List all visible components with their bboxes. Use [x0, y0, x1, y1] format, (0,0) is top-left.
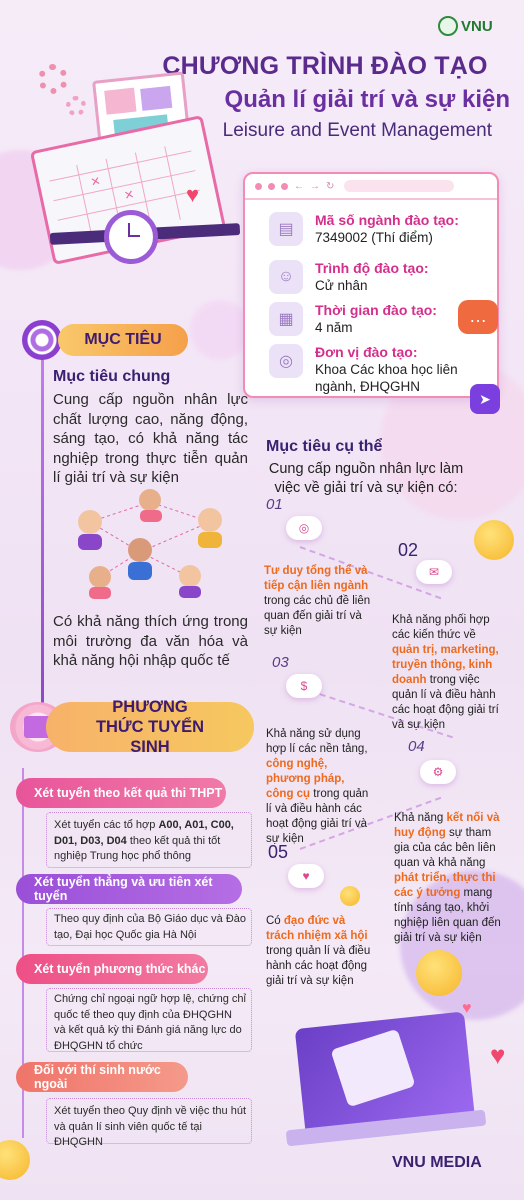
- admission-desc: Xét tuyển theo Quy định về việc thu hút …: [54, 1105, 247, 1148]
- admission-method-pill: Xét tuyển theo kết quả thi THPT: [16, 778, 226, 808]
- admission-desc: Xét tuyển các tổ hợp A00, A01, C00, D01,…: [54, 819, 234, 862]
- goal-number: 03: [272, 654, 289, 671]
- chat-icon: ✉: [416, 560, 452, 584]
- refresh-icon: ↻: [326, 180, 335, 192]
- target-icon: [22, 320, 62, 360]
- info-label: Mã số ngành đào tạo:: [315, 212, 459, 228]
- info-value: 7349002 (Thí điểm): [315, 230, 433, 245]
- gear-icon: [66, 96, 86, 116]
- program-info-card: ← → ↻ ▤ Mã số ngành đào tạo: 7349002 (Thí…: [243, 172, 499, 398]
- info-value: Cử nhân: [315, 278, 368, 293]
- forward-arrow-icon: →: [310, 180, 320, 192]
- info-value: 4 năm: [315, 320, 353, 335]
- svg-text:✕: ✕: [89, 174, 102, 190]
- heart-icon: ♥: [490, 1040, 506, 1070]
- general-goal-text: Cung cấp nguồn nhân lực chất lượng cao, …: [53, 391, 248, 486]
- smile-emoji-icon: [340, 886, 360, 906]
- specific-goal-item: Có đạo đức và trách nhiệm xã hội trong q…: [266, 915, 371, 987]
- school-logo-icon: ◎: [269, 344, 303, 378]
- timeline-line: [41, 336, 44, 716]
- specific-goal-item: Khả năng kết nối và huy động sự tham gia…: [394, 812, 501, 944]
- footer-brand: VNU MEDIA: [392, 1154, 482, 1171]
- admission-desc: Chứng chỉ ngoại ngữ hợp lệ, chứng chỉ qu…: [54, 993, 246, 1052]
- admission-method-pill: Xét tuyển phương thức khác: [16, 954, 208, 984]
- window-dot-icon: [281, 182, 288, 190]
- general-goal-text-2: Có khả năng thích ứng trong môi trường đ…: [53, 613, 248, 669]
- goals-section-title: MỤC TIÊU: [58, 324, 188, 356]
- general-goal-title: Mục tiêu chung: [53, 368, 171, 385]
- title-line1: CHƯƠNG TRÌNH ĐÀO TẠO: [162, 52, 488, 80]
- window-dot-icon: [255, 182, 262, 190]
- chat-bubble-icon: …: [458, 300, 498, 334]
- admission-method-pill: Đối với thí sinh nước ngoài: [16, 1062, 188, 1092]
- laughing-emoji-icon: [474, 520, 514, 560]
- heart-icon: ♥: [186, 182, 200, 207]
- title-line2: Quản lí giải trí và sự kiện: [224, 86, 510, 113]
- browser-bar: ← → ↻: [245, 174, 497, 200]
- decor-blob: [190, 300, 250, 360]
- info-row: ☺ Trình độ đào tạo: Cử nhân: [269, 260, 489, 294]
- admission-method-pill: Xét tuyển thẳng và ưu tiên xét tuyển: [16, 874, 242, 904]
- specific-goal-item: Khả năng sử dụng hợp lí các nền tảng, cô…: [266, 728, 369, 845]
- specific-goal-item: Tư duy tổng thể và tiếp cận liên ngành t…: [264, 565, 371, 637]
- calendar-icon: ▦: [269, 302, 303, 336]
- infographic-page: VNU CHƯƠNG TRÌNH ĐÀO TẠO Quản lí giải tr…: [0, 0, 524, 1200]
- goal-number: 05: [268, 842, 289, 862]
- info-value: Khoa Các khoa học liên ngành, ĐHQGHN: [315, 362, 458, 394]
- admission-title: PHƯƠNG THỨC TUYỂN SINH: [46, 698, 254, 756]
- coin-icon: [416, 950, 462, 996]
- info-row: ▤ Mã số ngành đào tạo: 7349002 (Thí điểm): [269, 212, 489, 246]
- logo-text: VNU: [461, 17, 493, 35]
- specific-goal-title: Mục tiêu cụ thể: [266, 438, 383, 455]
- admission-title-text: PHƯƠNG THỨC TUYỂN SINH: [95, 698, 205, 756]
- people-network-illustration: [60, 482, 232, 600]
- goal-number: 02: [398, 540, 419, 560]
- goal-number: 01: [266, 496, 283, 513]
- info-row: ◎ Đơn vị đào tạo: Khoa Các khoa học liên …: [269, 344, 489, 395]
- admission-desc: Theo quy định của Bộ Giáo dục và Đào tạo…: [54, 913, 247, 941]
- goal-number: 04: [408, 738, 425, 755]
- vnu-emblem-icon: [438, 16, 458, 36]
- graduate-icon: ☺: [269, 260, 303, 294]
- info-label: Trình độ đào tạo:: [315, 260, 429, 276]
- alarm-clock-icon: [104, 210, 158, 264]
- window-dot-icon: [268, 182, 275, 190]
- specific-goal-item: Khả năng phối hợp các kiến thức về quản …: [392, 614, 499, 731]
- specific-goal-intro: Cung cấp nguồn nhân lực làm việc về giải…: [268, 461, 464, 496]
- svg-text:✕: ✕: [123, 187, 136, 203]
- cursor-icon: ➤: [470, 384, 500, 414]
- info-label: Đơn vị đào tạo:: [315, 344, 418, 360]
- target-search-icon: ◎: [286, 516, 322, 540]
- info-row: ▦ Thời gian đào tạo: 4 năm: [269, 302, 489, 336]
- document-icon: ▤: [269, 212, 303, 246]
- gear-icon: [38, 64, 68, 94]
- url-bar: [344, 180, 455, 192]
- back-arrow-icon: ←: [294, 180, 304, 192]
- coin-icon: $: [286, 674, 322, 698]
- heart-icon: ♥: [462, 1000, 472, 1017]
- info-label: Thời gian đào tạo:: [315, 302, 437, 318]
- smile-emoji-icon: [0, 1140, 30, 1180]
- connection-icon: ⚙: [420, 760, 456, 784]
- heart-hand-icon: ♥: [288, 864, 324, 888]
- vnu-logo: VNU: [438, 14, 516, 38]
